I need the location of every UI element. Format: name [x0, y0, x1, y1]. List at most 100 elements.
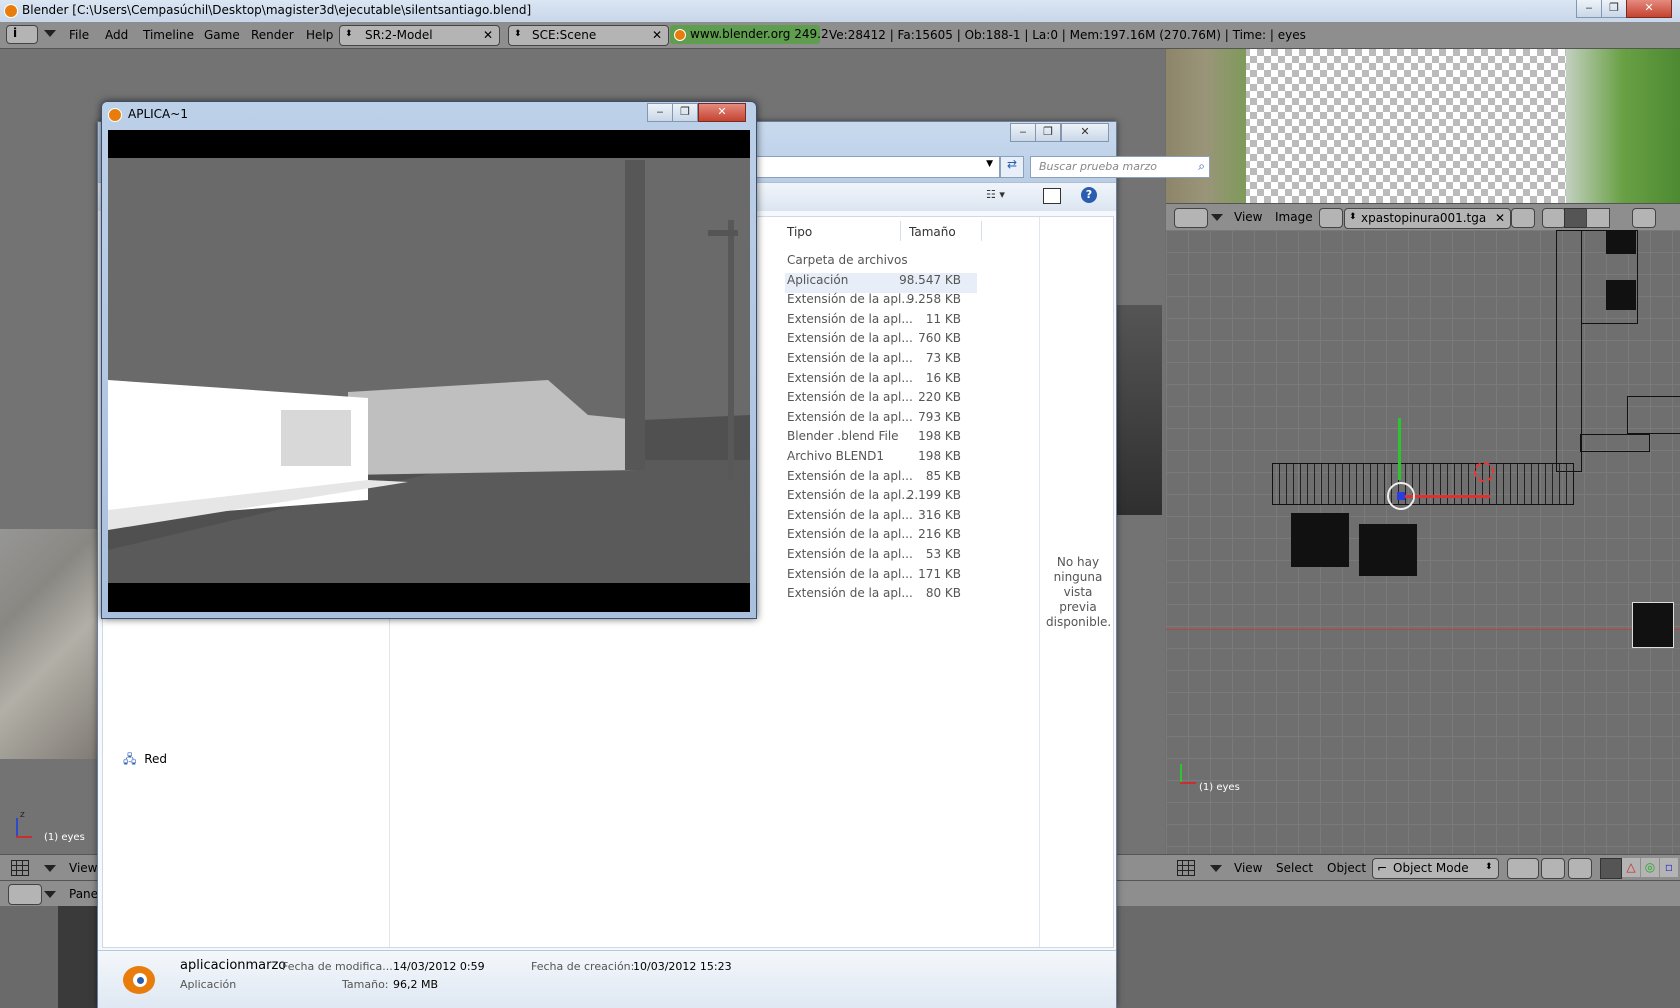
column-header-type[interactable]: Tipo: [787, 225, 812, 239]
explorer-maximize-button[interactable]: ❐: [1035, 123, 1061, 142]
scale-manipulator-icon[interactable]: ◎: [1641, 858, 1659, 877]
collapse-menu-icon[interactable]: [44, 865, 56, 872]
scene-selector[interactable]: ⬍ SCE:Scene ✕: [508, 25, 669, 46]
explorer-close-button[interactable]: ✕: [1061, 123, 1109, 142]
column-header-size[interactable]: Tamaño: [909, 225, 956, 239]
file-row-type[interactable]: Archivo BLEND1: [787, 449, 884, 463]
snap-icon[interactable]: [1568, 858, 1592, 879]
menu-help[interactable]: Help: [306, 28, 333, 42]
image-unlink-icon[interactable]: ✕: [1495, 211, 1505, 225]
file-row-size: 760 KB: [918, 331, 961, 345]
file-row-size: 11 KB: [925, 312, 961, 326]
aplica-maximize-button[interactable]: ❐: [672, 103, 698, 122]
mesh-block-5: [1632, 602, 1674, 648]
wire-rect-right: [1627, 396, 1680, 434]
file-row-size: 2.199 KB: [906, 488, 961, 502]
aplica-close-button[interactable]: ✕: [698, 103, 746, 122]
menu-object[interactable]: Object: [1327, 861, 1366, 875]
menu-panels[interactable]: Pane: [69, 887, 98, 901]
game-render-canvas[interactable]: [108, 130, 750, 612]
image-pack-icon[interactable]: [1511, 208, 1535, 228]
view-label-right: (1) eyes: [1199, 782, 1240, 793]
search-input[interactable]: Buscar prueba marzo ⌕: [1030, 156, 1210, 178]
aplica-window: APLICA~1 ‒ ❐ ✕: [101, 101, 757, 619]
left-menu-view[interactable]: View: [69, 861, 97, 875]
buttons-type-icon[interactable]: [8, 884, 42, 905]
image-editor-type-icon[interactable]: [1174, 208, 1208, 228]
collapse-menu-icon[interactable]: [1211, 214, 1223, 221]
file-row-size: 85 KB: [925, 469, 961, 483]
3d-cursor-icon[interactable]: [1474, 462, 1494, 482]
pin-icon[interactable]: [1319, 208, 1343, 228]
scene-delete-icon[interactable]: ✕: [652, 28, 662, 42]
mesh-block-3: [1291, 513, 1349, 567]
explorer-minimize-button[interactable]: ‒: [1010, 123, 1036, 142]
file-name: aplicacionmarzo: [180, 958, 287, 973]
aplica-app-icon: [108, 108, 122, 122]
file-row-type[interactable]: Aplicación: [787, 273, 848, 287]
help-icon[interactable]: ?: [1081, 187, 1097, 203]
refresh-icon[interactable]: ⇄: [1000, 156, 1024, 178]
screen-selector[interactable]: ⬍ SR:2-Model ✕: [339, 25, 500, 46]
maximize-button[interactable]: ❐: [1601, 0, 1627, 18]
collapse-menu-icon-right[interactable]: [1210, 865, 1222, 872]
aplica-minimize-button[interactable]: ‒: [647, 103, 673, 122]
collapse-menu-icon[interactable]: [44, 30, 56, 37]
image-name: xpastopinura001.tga: [1361, 211, 1487, 225]
scene-stats: Ve:28412 | Fa:15605 | Ob:188-1 | La:0 | …: [829, 28, 1306, 42]
info-editor-type-icon[interactable]: i: [6, 25, 38, 44]
collapse-menu-icon[interactable]: [44, 891, 56, 898]
preview-pane: No hay ninguna vista previa disponible.: [1039, 217, 1114, 947]
image-view-icon[interactable]: [1586, 208, 1610, 228]
image-editor-canvas[interactable]: [1166, 49, 1680, 203]
buttons-panel-dark: [58, 906, 100, 1008]
file-row-size: 98.547 KB: [899, 273, 961, 287]
object-origin-circle[interactable]: [1387, 482, 1415, 510]
image-menu-view[interactable]: View: [1234, 210, 1262, 224]
layer-icon[interactable]: ▫: [1660, 858, 1678, 877]
menu-render[interactable]: Render: [251, 28, 294, 42]
nav-item-label: Red: [144, 752, 168, 766]
menu-view[interactable]: View: [1234, 861, 1262, 875]
image-menu-image[interactable]: Image: [1275, 210, 1313, 224]
address-dropdown-icon[interactable]: ▼: [986, 159, 993, 169]
screen-delete-icon[interactable]: ✕: [483, 28, 493, 42]
pivot-icon[interactable]: [1541, 858, 1565, 879]
hand-icon[interactable]: [1600, 858, 1622, 879]
file-row-size: 198 KB: [918, 449, 961, 463]
viewport-right[interactable]: (1) eyes: [1166, 230, 1680, 854]
column-divider: [981, 221, 982, 241]
minimize-button[interactable]: ‒: [1576, 0, 1602, 18]
rotate-manipulator-icon[interactable]: △: [1622, 858, 1640, 877]
wire-rect-small: [1580, 434, 1650, 452]
file-row-size: 171 KB: [918, 567, 961, 581]
draw-type-icon[interactable]: [1507, 858, 1539, 879]
lock-icon[interactable]: [1632, 208, 1656, 228]
image-selector[interactable]: ⬍ xpastopinura001.tga ✕: [1344, 208, 1511, 229]
menu-timeline[interactable]: Timeline: [143, 28, 194, 42]
view-options-icon[interactable]: ☷ ▾: [986, 188, 1022, 204]
updown-icon: ⬍: [1485, 862, 1493, 872]
nav-item-network[interactable]: 🖧 Red: [123, 750, 167, 771]
menu-file[interactable]: File: [69, 28, 89, 42]
file-row-type[interactable]: Carpeta de archivos: [787, 253, 908, 267]
blender-website-badge[interactable]: www.blender.org 249.2: [670, 25, 829, 44]
website-link[interactable]: www.blender.org 249.2: [690, 27, 829, 41]
preview-pane-icon[interactable]: [1043, 188, 1061, 204]
view-label-left: (1) eyes: [44, 832, 85, 843]
wire-mesh-main: [1272, 463, 1574, 505]
texture-grass-right: [1566, 49, 1680, 203]
close-button[interactable]: ✕: [1626, 0, 1672, 18]
game-scene: [108, 158, 750, 583]
image-paint-icon[interactable]: [1542, 208, 1566, 228]
image-draw-icon[interactable]: [1564, 208, 1588, 228]
viewport-type-icon[interactable]: [11, 860, 29, 876]
menu-game[interactable]: Game: [204, 28, 240, 42]
updown-icon: ⬍: [1349, 212, 1357, 222]
viewport-type-icon-right[interactable]: [1177, 860, 1195, 876]
menu-add[interactable]: Add: [105, 28, 128, 42]
mode-selector[interactable]: ⌐ Object Mode ⬍: [1372, 858, 1499, 879]
file-kind: Aplicación: [180, 978, 237, 991]
image-editor-header: View Image ⬍ xpastopinura001.tga ✕: [1166, 203, 1680, 232]
menu-select[interactable]: Select: [1276, 861, 1313, 875]
